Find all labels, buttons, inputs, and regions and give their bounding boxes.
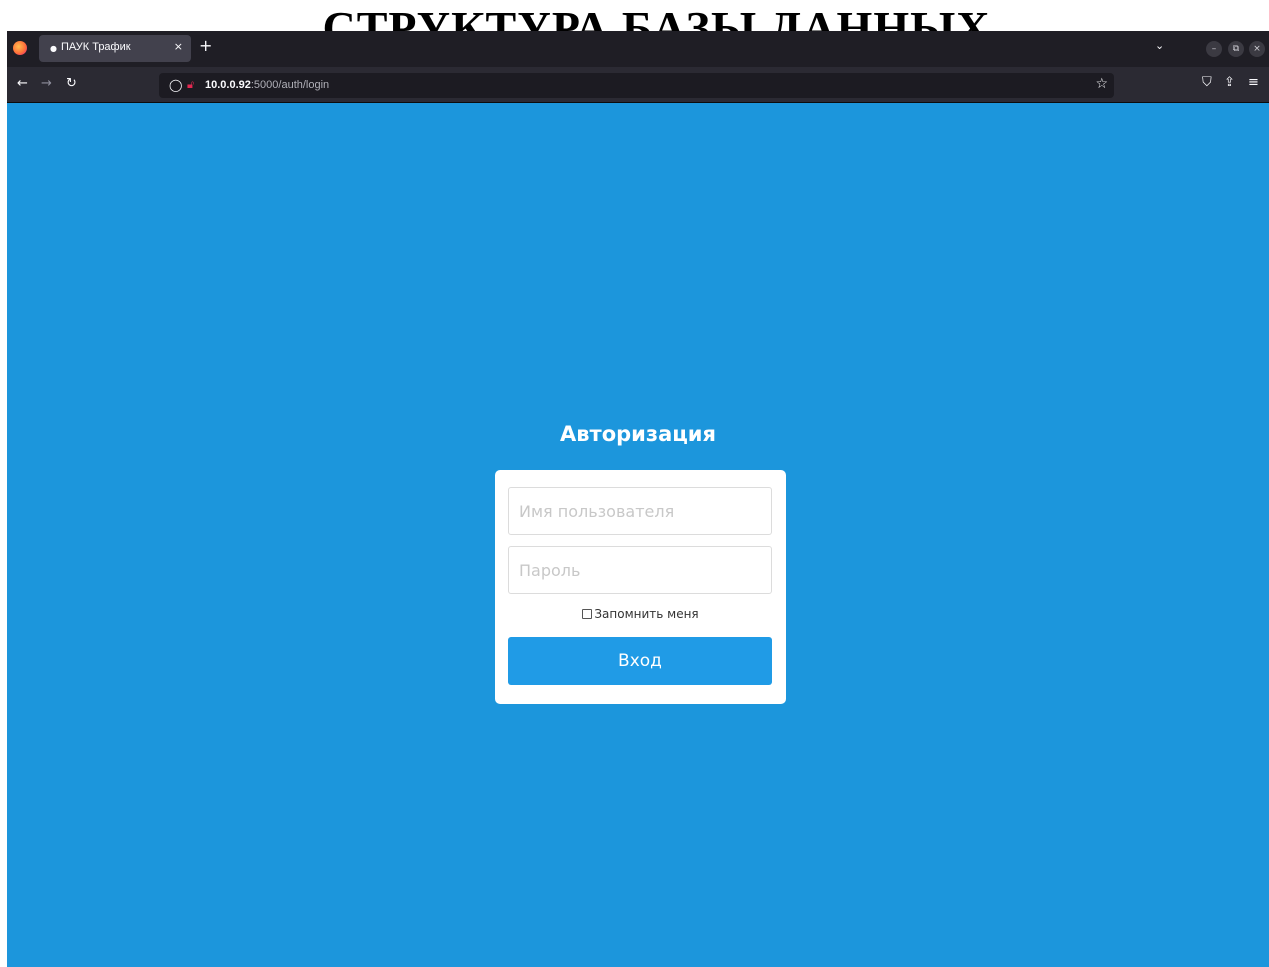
login-title: Авторизация [559, 422, 717, 446]
pocket-icon[interactable]: ⛉ [1202, 75, 1212, 90]
page-content: Авторизация Запомнить меня Вход [7, 104, 1269, 967]
bookmark-star-icon[interactable]: ☆ [1095, 76, 1108, 92]
login-button[interactable]: Вход [508, 637, 772, 685]
close-window-icon[interactable]: × [1249, 41, 1265, 57]
remember-me-label[interactable]: Запомнить меня [594, 607, 698, 621]
firefox-logo-icon[interactable] [13, 41, 27, 55]
list-all-tabs-chevron-down-icon[interactable]: ⌄ [1155, 39, 1164, 52]
tab-favicon-icon: ● [50, 44, 57, 53]
remember-me-checkbox[interactable] [582, 609, 593, 619]
browser-window: ● ПАУК Трафик × + ⌄ – ⧉ × ← → ↻ ◯ 🔓︎ 10.… [7, 31, 1269, 967]
url-bar[interactable]: ◯ 🔓︎ 10.0.0.92:5000/auth/login ☆ [159, 73, 1114, 98]
navigation-toolbar: ← → ↻ ◯ 🔓︎ 10.0.0.92:5000/auth/login ☆ ⛉… [7, 67, 1269, 103]
tab-close-icon[interactable]: × [174, 40, 183, 53]
insecure-lock-icon[interactable]: 🔓︎ [187, 78, 194, 92]
reload-icon[interactable]: ↻ [66, 77, 77, 91]
menu-hamburger-icon[interactable]: ≡ [1248, 75, 1259, 90]
tab-title: ПАУК Трафик [61, 41, 131, 53]
url-text[interactable]: 10.0.0.92:5000/auth/login [205, 79, 329, 91]
login-card: Запомнить меня Вход [495, 470, 786, 704]
tab-active[interactable]: ● ПАУК Трафик × [39, 35, 191, 62]
password-input[interactable] [508, 546, 772, 594]
restore-icon[interactable]: ⧉ [1228, 41, 1244, 57]
forward-arrow-icon[interactable]: → [41, 77, 52, 91]
url-path: :5000/auth/login [250, 79, 330, 91]
remember-me-row[interactable]: Запомнить меня [495, 607, 786, 621]
tab-bar: ● ПАУК Трафик × + ⌄ – ⧉ × [7, 31, 1269, 67]
url-host: 10.0.0.92 [205, 79, 251, 91]
username-input[interactable] [508, 487, 772, 535]
minimize-icon[interactable]: – [1206, 41, 1222, 57]
new-tab-button[interactable]: + [199, 38, 212, 54]
tracking-protection-shield-icon[interactable]: ◯ [169, 78, 182, 92]
back-arrow-icon[interactable]: ← [17, 77, 28, 91]
share-icon[interactable]: ⇪ [1224, 75, 1235, 90]
